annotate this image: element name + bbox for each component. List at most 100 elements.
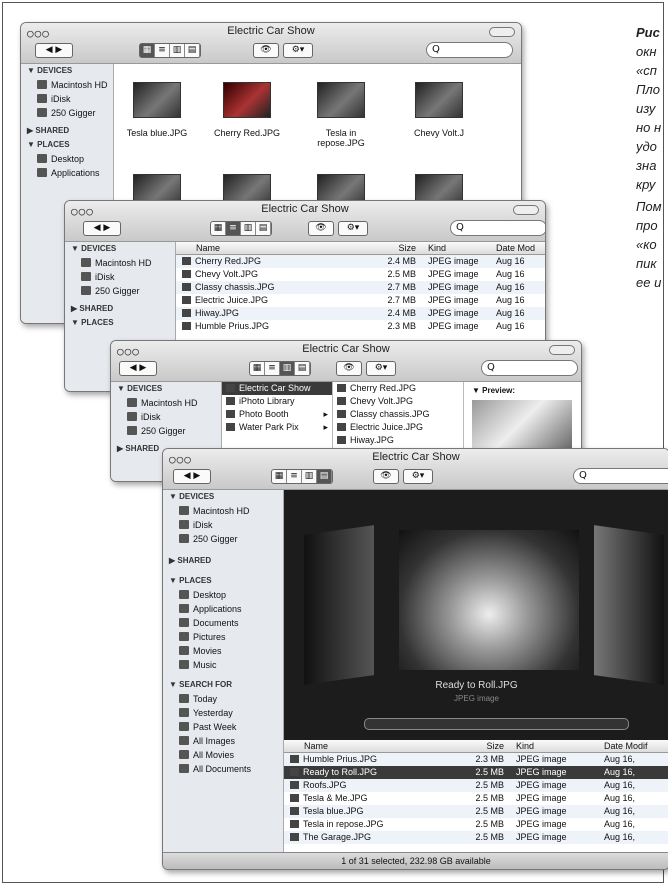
sidebar-item-desktop[interactable]: Desktop [163, 588, 283, 602]
back-forward-buttons[interactable]: ◀ ▶ [83, 221, 121, 236]
column-item[interactable]: Classy chassis.JPG [333, 408, 463, 421]
caption-line: Пом [636, 199, 662, 214]
sidebar-shared-header[interactable]: ▶ SHARED [163, 554, 283, 568]
sidebar-item-idisk[interactable]: iDisk [163, 518, 283, 532]
quick-look-button[interactable]: 👁 [253, 43, 279, 58]
back-forward-buttons[interactable]: ◀ ▶ [35, 43, 73, 58]
table-row[interactable]: Hiway.JPG 2.4 MB JPEG image Aug 16 [176, 307, 545, 320]
column-item[interactable]: Water Park Pix ▸ [222, 421, 332, 434]
table-row[interactable]: Humble Prius.JPG 2.3 MB JPEG image Aug 16, [284, 753, 668, 766]
sidebar-item-movies[interactable]: Movies [163, 644, 283, 658]
cell-name: Chevy Volt.JPG [195, 269, 259, 279]
sidebar-item-music[interactable]: Music [163, 658, 283, 672]
col-header-kind[interactable]: Kind [428, 242, 488, 254]
sidebar-item-macintosh-hd[interactable]: Macintosh HD [111, 396, 221, 410]
sidebar-item-documents[interactable]: Documents [163, 616, 283, 630]
search-input[interactable]: Q [426, 42, 513, 58]
back-forward-buttons[interactable]: ◀ ▶ [119, 361, 157, 376]
file-thumbnail[interactable]: Tesla in repose.JPG [306, 82, 376, 148]
sidebar-item-250-gigger[interactable]: 250 Gigger [21, 106, 113, 120]
view-mode-buttons[interactable]: ▦ ≡ ▥ ▤ [210, 221, 272, 236]
file-thumbnail[interactable]: Tesla blue.JPG [122, 82, 192, 138]
search-input[interactable]: Q [573, 468, 668, 484]
table-row[interactable]: Chevy Volt.JPG 2.5 MB JPEG image Aug 16 [176, 268, 545, 281]
column-item[interactable]: iPhoto Library [222, 395, 332, 408]
sidebar-item-250-gigger[interactable]: 250 Gigger [163, 532, 283, 546]
column-item[interactable]: Chevy Volt.JPG [333, 395, 463, 408]
file-thumbnail[interactable]: Chevy Volt.J [404, 82, 474, 138]
cover-left[interactable] [304, 525, 374, 685]
toolbar-toggle-button[interactable] [513, 205, 539, 215]
toolbar-toggle-button[interactable] [489, 27, 515, 37]
table-row[interactable]: Humble Prius.JPG 2.3 MB JPEG image Aug 16 [176, 320, 545, 333]
sidebar-item-pictures[interactable]: Pictures [163, 630, 283, 644]
file-thumbnail[interactable]: Cherry Red.JPG [212, 82, 282, 138]
action-menu-button[interactable]: ⚙▾ [366, 361, 396, 376]
quick-look-button[interactable]: 👁 [336, 361, 362, 376]
figure-caption: Рис окн «сп Пло изу но н удо зна кру Пом про «ко пик… [636, 23, 668, 292]
quick-look-button[interactable]: 👁 [373, 469, 399, 484]
sidebar-item-250-gigger[interactable]: 250 Gigger [65, 284, 175, 298]
cover-flow-area[interactable]: Ready to Roll.JPG JPEG image [284, 490, 668, 740]
disclosure-arrow-icon: ▸ [323, 409, 328, 419]
sidebar-item-yesterday[interactable]: Yesterday [163, 706, 283, 720]
search-input[interactable]: Q [450, 220, 545, 236]
table-row[interactable]: Tesla in repose.JPG 2.5 MB JPEG image Aug 1… [284, 818, 668, 831]
column-item[interactable]: Hiway.JPG [333, 434, 463, 447]
col-header-kind[interactable]: Kind [516, 740, 576, 752]
toolbar-toggle-button[interactable] [549, 345, 575, 355]
view-mode-buttons[interactable]: ▦ ≡ ▥ ▤ [271, 469, 333, 484]
column-item[interactable]: Photo Booth ▸ [222, 408, 332, 421]
table-row[interactable]: The Garage.JPG 2.5 MB JPEG image Aug 16, [284, 831, 668, 844]
search-input[interactable]: Q [481, 360, 578, 376]
col-header-size[interactable]: Size [464, 740, 504, 752]
sidebar-item-macintosh-hd[interactable]: Macintosh HD [65, 256, 175, 270]
table-row[interactable]: Roofs.JPG 2.5 MB JPEG image Aug 16, [284, 779, 668, 792]
sidebar-item-all-images[interactable]: All Images [163, 734, 283, 748]
col-header-date[interactable]: Date Mod [496, 242, 545, 254]
column-item[interactable]: Electric Juice.JPG [333, 421, 463, 434]
quick-look-button[interactable]: 👁 [308, 221, 334, 236]
sidebar-item-idisk[interactable]: iDisk [111, 410, 221, 424]
table-row[interactable]: Cherry Red.JPG 2.4 MB JPEG image Aug 16 [176, 255, 545, 268]
view-mode-buttons[interactable]: ▦ ≡ ▥ ▤ [249, 361, 311, 376]
table-row[interactable]: Tesla & Me.JPG 2.5 MB JPEG image Aug 16, [284, 792, 668, 805]
sidebar-shared-header[interactable]: ▶ SHARED [21, 124, 113, 138]
sidebar-item-macintosh-hd[interactable]: Macintosh HD [21, 78, 113, 92]
table-row[interactable]: Classy chassis.JPG 2.7 MB JPEG image Aug 16 [176, 281, 545, 294]
table-row[interactable]: Tesla blue.JPG 2.5 MB JPEG image Aug 16, [284, 805, 668, 818]
sidebar-item-desktop[interactable]: Desktop [21, 152, 113, 166]
view-mode-buttons[interactable]: ▦ ≡ ▥ ▤ [139, 43, 201, 58]
col-header-name[interactable]: Name [196, 242, 346, 254]
column-item[interactable]: Electric Car Show [222, 382, 332, 395]
sidebar-item-applications[interactable]: Applications [163, 602, 283, 616]
col-header-name[interactable]: Name [304, 740, 454, 752]
cover-right[interactable] [594, 525, 664, 685]
jpeg-file-icon [337, 410, 346, 418]
sidebar-item-macintosh-hd[interactable]: Macintosh HD [163, 504, 283, 518]
back-forward-buttons[interactable]: ◀ ▶ [173, 469, 211, 484]
caption-line: зна [636, 158, 657, 173]
jpeg-file-icon [290, 794, 299, 802]
column-item[interactable]: Cherry Red.JPG [333, 382, 463, 395]
table-row[interactable]: Ready to Roll.JPG 2.5 MB JPEG image Aug 16, [284, 766, 668, 779]
cover-flow-scrollbar[interactable] [364, 718, 629, 730]
sidebar-item-past-week[interactable]: Past Week [163, 720, 283, 734]
action-menu-button[interactable]: ⚙▾ [403, 469, 433, 484]
sidebar-item-today[interactable]: Today [163, 692, 283, 706]
action-menu-button[interactable]: ⚙▾ [338, 221, 368, 236]
col-header-size[interactable]: Size [376, 242, 416, 254]
sidebar-item-idisk[interactable]: iDisk [65, 270, 175, 284]
table-row[interactable]: Electric Juice.JPG 2.7 MB JPEG image Aug 16 [176, 294, 545, 307]
col-header-date[interactable]: Date Modif [604, 740, 664, 752]
sidebar-item-idisk[interactable]: iDisk [21, 92, 113, 106]
cell-name: Roofs.JPG [303, 780, 347, 790]
action-menu-button[interactable]: ⚙▾ [283, 43, 313, 58]
sidebar-item-all-documents[interactable]: All Documents [163, 762, 283, 776]
pictures-icon [179, 632, 189, 641]
sidebar-item-all-movies[interactable]: All Movies [163, 748, 283, 762]
cover-current-image[interactable] [399, 530, 579, 670]
sidebar-item-250-gigger[interactable]: 250 Gigger [111, 424, 221, 438]
sidebar-item-applications[interactable]: Applications [21, 166, 113, 180]
sidebar-shared-header[interactable]: ▶ SHARED [65, 302, 175, 316]
